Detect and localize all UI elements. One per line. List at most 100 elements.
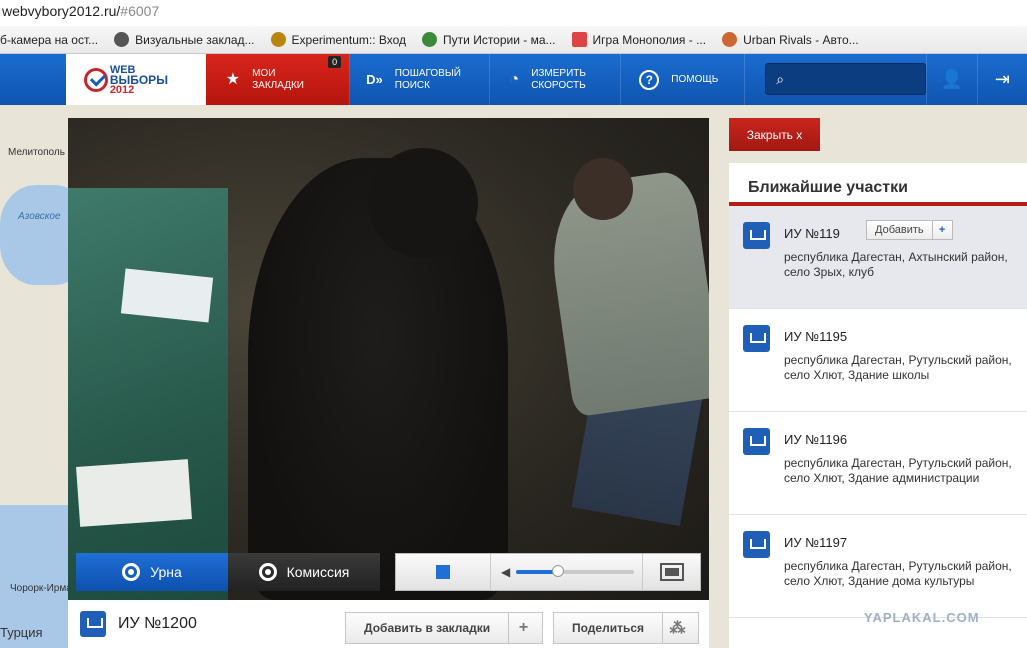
- user-icon[interactable]: 👤: [926, 54, 976, 105]
- logo-vybory: ВЫБОРЫ: [109, 72, 168, 87]
- station-address: республика Дагестан, Рутульский район, с…: [784, 353, 1017, 383]
- bookmark-item[interactable]: Пути Истории - ма...: [414, 32, 564, 47]
- map-label: Чорорк-Ирма: [10, 583, 72, 594]
- globe-icon: [422, 32, 438, 47]
- bookmark-label: Визуальные заклад...: [135, 32, 255, 47]
- address-line: село Хлют, Здание администрации: [784, 471, 980, 485]
- station-bar: ИУ №1200 Добавить в закладки + Поделитьс…: [68, 600, 709, 648]
- address-line: республика Дагестан, Ахтынский район,: [784, 250, 1008, 264]
- url-host: webvybory2012.ru/: [2, 3, 121, 19]
- button-label: Добавить в закладки: [364, 621, 491, 635]
- nav-label: ЗАКЛАДКИ: [252, 79, 304, 91]
- station-name: ИУ №1195: [784, 329, 848, 344]
- add-station-button[interactable]: Добавить +: [866, 220, 953, 240]
- watermark: YAPLAKAL.COM: [864, 610, 980, 625]
- station-address: республика Дагестан, Рутульский район, с…: [784, 456, 1017, 486]
- share-button[interactable]: Поделиться ⁂: [553, 612, 699, 644]
- bookmark-label: Игра Монополия - ...: [592, 32, 707, 47]
- map-label: Мелитополь: [8, 147, 65, 158]
- plus-icon: +: [508, 613, 538, 643]
- button-label: Добавить: [875, 224, 924, 236]
- bookmark-item[interactable]: б-камера на ост...: [0, 33, 106, 47]
- stop-icon: [436, 565, 450, 579]
- fullscreen-button[interactable]: [643, 563, 700, 581]
- volume-slider[interactable]: [516, 565, 635, 577]
- address-line: село Хлют, Здание дома культуры: [784, 574, 975, 588]
- address-line: село Хлют, Здание школы: [784, 368, 930, 382]
- double-arrow-icon: D»: [366, 71, 383, 87]
- nav-label: СКОРОСТЬ: [531, 79, 586, 91]
- button-label: Поделиться: [572, 621, 645, 635]
- nav-label: ПОИСК: [394, 79, 430, 91]
- share-icon: ⁂: [662, 613, 692, 643]
- nearby-stations-panel: Ближайшие участки ИУ №119 Добавить + рес…: [729, 163, 1027, 648]
- station-item[interactable]: ИУ №1197 республика Дагестан, Рутульский…: [729, 515, 1027, 618]
- close-button[interactable]: Закрыть x: [729, 118, 820, 151]
- station-item[interactable]: ИУ №119 Добавить + республика Дагестан, …: [729, 206, 1027, 309]
- search-icon: ⌕: [776, 70, 785, 87]
- nav-label: ПОШАГОВЫЙ: [394, 67, 461, 79]
- station-title: ИУ №1200: [118, 615, 197, 632]
- volume-control[interactable]: ◀: [491, 554, 643, 590]
- nav-label: ИЗМЕРИТЬ: [531, 67, 586, 79]
- bookmark-item[interactable]: Игра Монополия - ...: [564, 32, 715, 47]
- ballot-box-icon: [743, 531, 770, 558]
- nav-help[interactable]: ? ПОМОЩЬ: [621, 54, 746, 105]
- ballot-box-icon: [743, 428, 770, 455]
- globe-icon: [114, 32, 130, 47]
- nav-measure-speed[interactable]: ◔ ИЗМЕРИТЬ СКОРОСТЬ: [490, 54, 622, 105]
- fullscreen-icon: [659, 563, 684, 581]
- tab-label: Комиссия: [286, 564, 350, 580]
- ballot-box-icon: [743, 222, 770, 249]
- plus-icon: +: [931, 221, 952, 239]
- tab-camera-komissia[interactable]: Комиссия: [228, 553, 380, 591]
- search-input[interactable]: ⌕: [765, 63, 927, 95]
- video-player[interactable]: [68, 118, 709, 600]
- nav-my-bookmarks[interactable]: ★ МОИ ЗАКЛАДКИ 0: [205, 54, 351, 105]
- station-address: республика Дагестан, Рутульский район, с…: [784, 559, 1017, 589]
- bookmark-item[interactable]: Визуальные заклад...: [106, 32, 262, 47]
- station-name: ИУ №1196: [784, 432, 848, 447]
- address-bar[interactable]: webvybory2012.ru/#6007: [0, 0, 1027, 26]
- bookmark-item[interactable]: Urban Rivals - Авто...: [714, 32, 867, 47]
- station-address: республика Дагестан, Ахтынский район, се…: [784, 250, 1017, 280]
- station-item[interactable]: ИУ №1196 республика Дагестан, Рутульский…: [729, 412, 1027, 515]
- player-controls: ◀: [395, 553, 701, 591]
- bookmark-label: б-камера на ост...: [0, 32, 99, 47]
- webcam-icon: [258, 563, 277, 581]
- checkmark-logo-icon: [83, 67, 108, 92]
- bookmark-label: Пути Истории - ма...: [443, 32, 556, 47]
- bookmark-item[interactable]: Experimentum:: Вход: [263, 32, 415, 47]
- question-icon: ?: [639, 69, 660, 90]
- tab-label: Урна: [150, 564, 182, 580]
- bookmarks-count-badge: 0: [328, 56, 342, 68]
- camera-tabs: Урна Комиссия: [76, 553, 380, 591]
- ballot-box-icon: [80, 611, 106, 637]
- site-nav: WEB ВЫБОРЫ 2012 ★ МОИ ЗАКЛАДКИ 0 D» ПОШАГ…: [0, 54, 1027, 105]
- station-name: ИУ №1197: [784, 535, 848, 550]
- site-logo[interactable]: WEB ВЫБОРЫ 2012: [65, 54, 206, 105]
- address-line: республика Дагестан, Рутульский район,: [784, 559, 1012, 573]
- star-icon: ★: [225, 70, 241, 88]
- volume-knob[interactable]: [551, 565, 564, 577]
- add-bookmark-button[interactable]: Добавить в закладки +: [345, 612, 543, 644]
- webcam-icon: [122, 563, 141, 581]
- ballot-box-icon: [743, 325, 770, 352]
- speaker-icon: ◀: [501, 565, 511, 579]
- nav-step-search[interactable]: D» ПОШАГОВЫЙ ПОИСК: [350, 54, 490, 105]
- bookmark-label: Experimentum:: Вход: [291, 32, 407, 47]
- address-line: село Зрых, клуб: [784, 265, 875, 279]
- map-label: Азовское: [18, 211, 61, 222]
- logout-icon[interactable]: ⇥: [976, 54, 1027, 105]
- address-line: республика Дагестан, Рутульский район,: [784, 353, 1012, 367]
- tab-camera-urna[interactable]: Урна: [76, 553, 228, 591]
- station-item[interactable]: ИУ №1195 республика Дагестан, Рутульский…: [729, 309, 1027, 412]
- url-path: #6007: [120, 3, 160, 19]
- panel-title: Ближайшие участки: [729, 163, 1027, 206]
- map-label: Турция: [0, 625, 43, 640]
- nav-label: МОИ: [252, 67, 276, 79]
- stop-button[interactable]: [396, 554, 491, 590]
- mail-icon: [571, 32, 587, 47]
- bookmark-label: Urban Rivals - Авто...: [743, 32, 859, 47]
- site-icon: [270, 32, 286, 47]
